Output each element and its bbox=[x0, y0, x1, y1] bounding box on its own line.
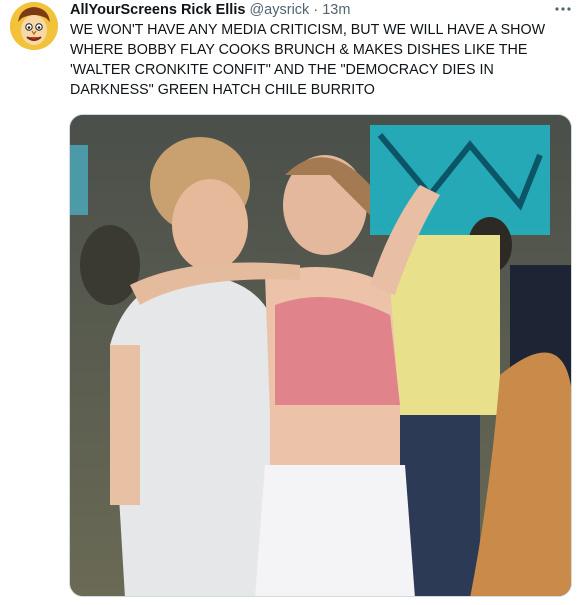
meme-photo-illustration bbox=[70, 115, 571, 596]
timestamp[interactable]: 13m bbox=[322, 2, 350, 18]
tweet-text-line: DARKNESS" GREEN HATCH CHILE BURRITO bbox=[70, 82, 375, 98]
more-dots-icon bbox=[555, 7, 571, 11]
author-handle[interactable]: @aysrick bbox=[249, 2, 309, 18]
tweet-text-line: WHERE BOBBY FLAY COOKS BRUNCH & MAKES DI… bbox=[70, 42, 528, 58]
separator-dot: · bbox=[313, 2, 319, 18]
tweet-text-line: 'WALTER CRONKITE CONFIT" AND THE "DEMOCR… bbox=[70, 62, 494, 78]
tweet-text-line: WE WON'T HAVE ANY MEDIA CRITICISM, BUT W… bbox=[70, 22, 546, 38]
tweet-header: AllYourScreens Rick Ellis @aysrick · 13m bbox=[70, 1, 553, 19]
tweet-text: WE WON'T HAVE ANY MEDIA CRITICISM, BUT W… bbox=[70, 20, 570, 100]
author-name[interactable]: AllYourScreens Rick Ellis bbox=[70, 2, 245, 18]
tweet-photo[interactable] bbox=[69, 114, 572, 597]
more-icon[interactable] bbox=[553, 0, 573, 18]
cartoon-face-icon bbox=[10, 2, 58, 50]
avatar[interactable] bbox=[10, 2, 58, 50]
